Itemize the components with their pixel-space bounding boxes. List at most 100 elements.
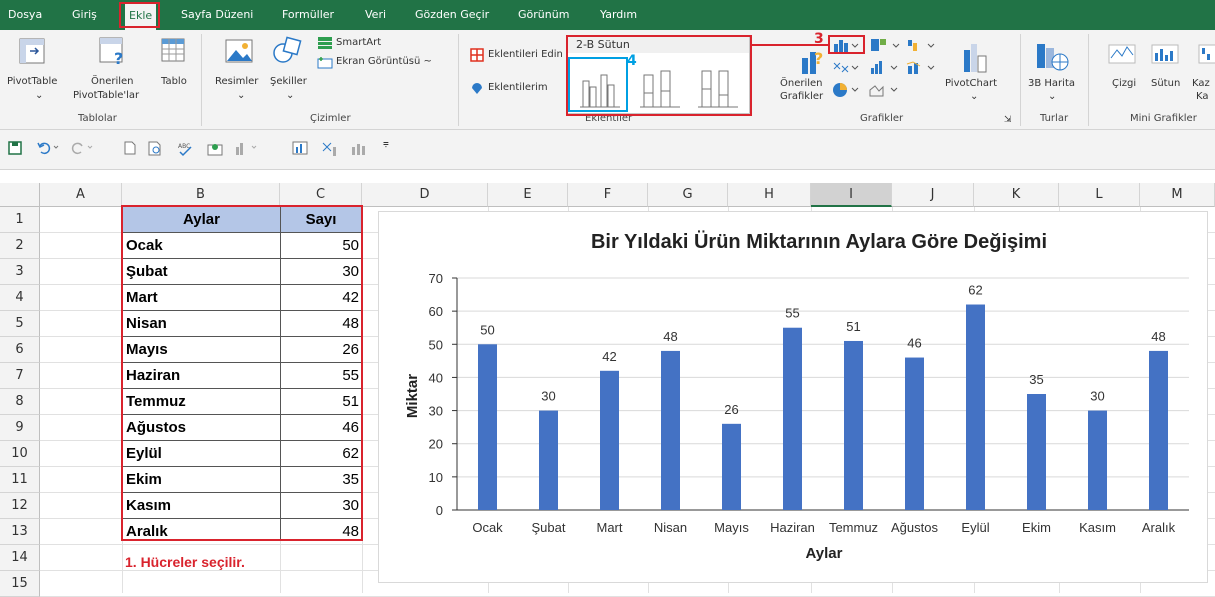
shapes-icon[interactable] [271, 35, 303, 65]
column-header-j[interactable]: J [892, 183, 974, 207]
x-tick-label[interactable]: Mayıs [714, 520, 749, 535]
column-chart[interactable]: Bir Yıldaki Ürün Miktarının Aylara Göre … [379, 212, 1209, 584]
bar[interactable] [783, 327, 802, 510]
column-header-i[interactable]: I [811, 183, 892, 207]
column-header-g[interactable]: G [648, 183, 728, 207]
tab-giris[interactable]: Giriş [72, 0, 97, 30]
chart-type-icon[interactable] [292, 141, 308, 155]
x-tick-label[interactable]: Kasım [1079, 520, 1116, 535]
x-tick-label[interactable]: Şubat [532, 520, 566, 535]
column-header-b[interactable]: B [122, 183, 280, 207]
column-header-h[interactable]: H [728, 183, 811, 207]
y-tick-label[interactable]: 10 [429, 470, 443, 485]
3d-map-button[interactable]: 3B Harita [1028, 78, 1075, 90]
bar[interactable] [722, 423, 741, 510]
x-tick-label[interactable]: Temmuz [829, 520, 878, 535]
images-icon[interactable] [225, 39, 253, 63]
row-header[interactable]: 5 [0, 311, 40, 337]
x-tick-label[interactable]: Mart [597, 520, 623, 535]
sparkline-winloss-icon[interactable] [1198, 44, 1215, 64]
shapes-dropdown-icon[interactable]: ⌄ [286, 90, 294, 102]
y-tick-label[interactable]: 30 [429, 404, 443, 419]
format-painter-icon[interactable] [321, 141, 343, 157]
customize-qat-icon[interactable]: ⩦ [383, 138, 389, 150]
data-label[interactable]: 35 [1029, 372, 1043, 387]
bar[interactable] [905, 357, 924, 510]
scatter-chart-icon[interactable] [832, 60, 862, 74]
y-tick-label[interactable]: 0 [436, 503, 443, 518]
pivotchart-icon[interactable] [962, 42, 990, 76]
smartart-icon[interactable] [317, 36, 333, 50]
sparkline-column-icon[interactable] [1151, 44, 1179, 64]
data-label[interactable]: 30 [541, 389, 555, 404]
bar[interactable] [1149, 350, 1168, 510]
bar[interactable] [1027, 394, 1046, 510]
pivotchart-dropdown-icon[interactable]: ⌄ [970, 91, 978, 103]
combo-chart-icon[interactable] [906, 60, 938, 74]
charts-dialog-launcher-icon[interactable]: ⇲ [1004, 114, 1012, 126]
tab-yardim[interactable]: Yardım [600, 0, 637, 30]
sparkline-column-button[interactable]: Sütun [1151, 78, 1180, 90]
pivotchart-button[interactable]: PivotChart [945, 78, 997, 90]
row-header[interactable]: 4 [0, 285, 40, 311]
data-label[interactable]: 26 [724, 402, 738, 417]
row-header[interactable]: 2 [0, 233, 40, 259]
y-axis-title[interactable]: Miktar [404, 374, 421, 418]
y-tick-label[interactable]: 60 [429, 304, 443, 319]
row-header[interactable]: 11 [0, 467, 40, 493]
column-header-e[interactable]: E [488, 183, 568, 207]
tab-veri[interactable]: Veri [365, 0, 386, 30]
row-header[interactable]: 14 [0, 545, 40, 571]
area-chart-icon[interactable] [869, 82, 901, 98]
column-header-f[interactable]: F [568, 183, 648, 207]
row-header[interactable]: 12 [0, 493, 40, 519]
select-all-corner[interactable] [0, 183, 40, 207]
store-icon[interactable] [470, 48, 484, 62]
tab-gorunum[interactable]: Görünüm [518, 0, 569, 30]
pie-chart-icon[interactable] [832, 82, 862, 98]
tab-formuller[interactable]: Formüller [282, 0, 334, 30]
x-tick-label[interactable]: Eylül [961, 520, 989, 535]
x-tick-label[interactable]: Ağustos [891, 520, 938, 535]
sparkline-line-icon[interactable] [1108, 44, 1136, 64]
table-button[interactable]: Tablo [161, 76, 187, 88]
x-tick-label[interactable]: Ekim [1022, 520, 1051, 535]
statistic-chart-icon[interactable] [869, 60, 901, 74]
tab-gozden-gecir[interactable]: Gözden Geçir [415, 0, 489, 30]
screenshot-icon[interactable] [317, 55, 333, 69]
smartart-button[interactable]: SmartArt [336, 37, 381, 49]
spelling-icon[interactable]: ABC [178, 141, 194, 157]
data-label[interactable]: 48 [663, 329, 677, 344]
shapes-button[interactable]: Şekiller [270, 76, 307, 88]
x-tick-label[interactable]: Aralık [1142, 520, 1176, 535]
recommended-pivottables-button[interactable]: Önerilen [91, 76, 134, 88]
row-header[interactable]: 10 [0, 441, 40, 467]
recommended-pivottables-icon[interactable]: ? [98, 36, 128, 66]
chart-title[interactable]: Bir Yıldaki Ürün Miktarının Aylara Göre … [591, 230, 1047, 253]
share-icon[interactable] [207, 141, 225, 157]
data-label[interactable]: 55 [785, 306, 799, 321]
screenshot-button[interactable]: Ekran Görüntüsü ~ [336, 56, 432, 68]
chart-area[interactable]: Bir Yıldaki Ürün Miktarının Aylara Göre … [378, 211, 1208, 583]
data-label[interactable]: 50 [480, 322, 494, 337]
bar[interactable] [661, 350, 680, 510]
bar[interactable] [600, 370, 619, 510]
row-header[interactable]: 15 [0, 571, 40, 597]
sparkline-line-button[interactable]: Çizgi [1112, 78, 1136, 90]
my-addins-button[interactable]: Eklentilerim [488, 82, 548, 94]
data-label[interactable]: 51 [846, 319, 860, 334]
y-tick-label[interactable]: 40 [429, 370, 443, 385]
my-addins-icon[interactable] [470, 81, 484, 95]
tab-sayfa-duzeni[interactable]: Sayfa Düzeni [181, 0, 253, 30]
y-tick-label[interactable]: 20 [429, 437, 443, 452]
hierarchy-chart-icon[interactable] [869, 38, 901, 52]
column-header-a[interactable]: A [40, 183, 122, 207]
bar[interactable] [1088, 410, 1107, 510]
undo-icon[interactable] [36, 141, 62, 155]
row-header[interactable]: 13 [0, 519, 40, 545]
save-icon[interactable] [8, 141, 22, 155]
images-button[interactable]: Resimler [215, 76, 258, 88]
get-addins-button[interactable]: Eklentileri Edin [488, 49, 563, 61]
pivottable-icon[interactable] [19, 38, 45, 64]
row-header[interactable]: 1 [0, 207, 40, 233]
